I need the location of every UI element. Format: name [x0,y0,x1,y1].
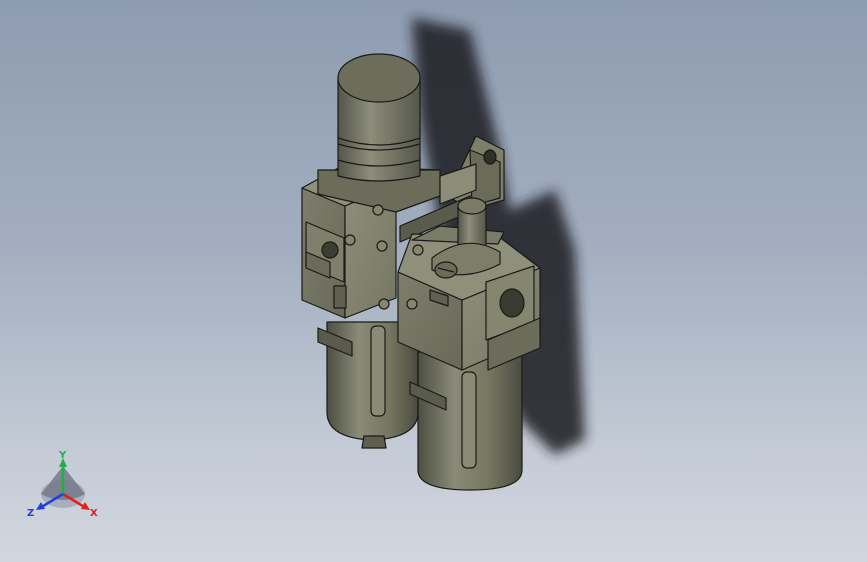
bracket-hole-icon [483,149,497,165]
regulator-port-icon [321,241,339,259]
graphics-viewport[interactable]: Y X Z [0,0,867,562]
screw-icon [376,240,388,252]
screw-icon [412,244,424,256]
regulator-clip [333,285,347,309]
lubricator-sight-slot [461,371,477,469]
z-axis-label: Z [27,508,34,519]
y-axis-label: Y [58,450,67,461]
drain-valve[interactable] [361,435,387,449]
screw-icon [344,234,356,246]
screw-icon [406,298,418,310]
coordinate-triad[interactable]: Y X Z [27,450,98,519]
screw-icon [378,298,390,310]
outlet-port-icon[interactable] [499,288,525,318]
filter-bowl-sight-slot [370,325,386,417]
x-axis-label: X [90,508,98,519]
screw-icon [372,204,384,216]
adjustment-knob-top[interactable] [337,53,421,103]
model-view[interactable]: Y X Z [0,0,867,562]
